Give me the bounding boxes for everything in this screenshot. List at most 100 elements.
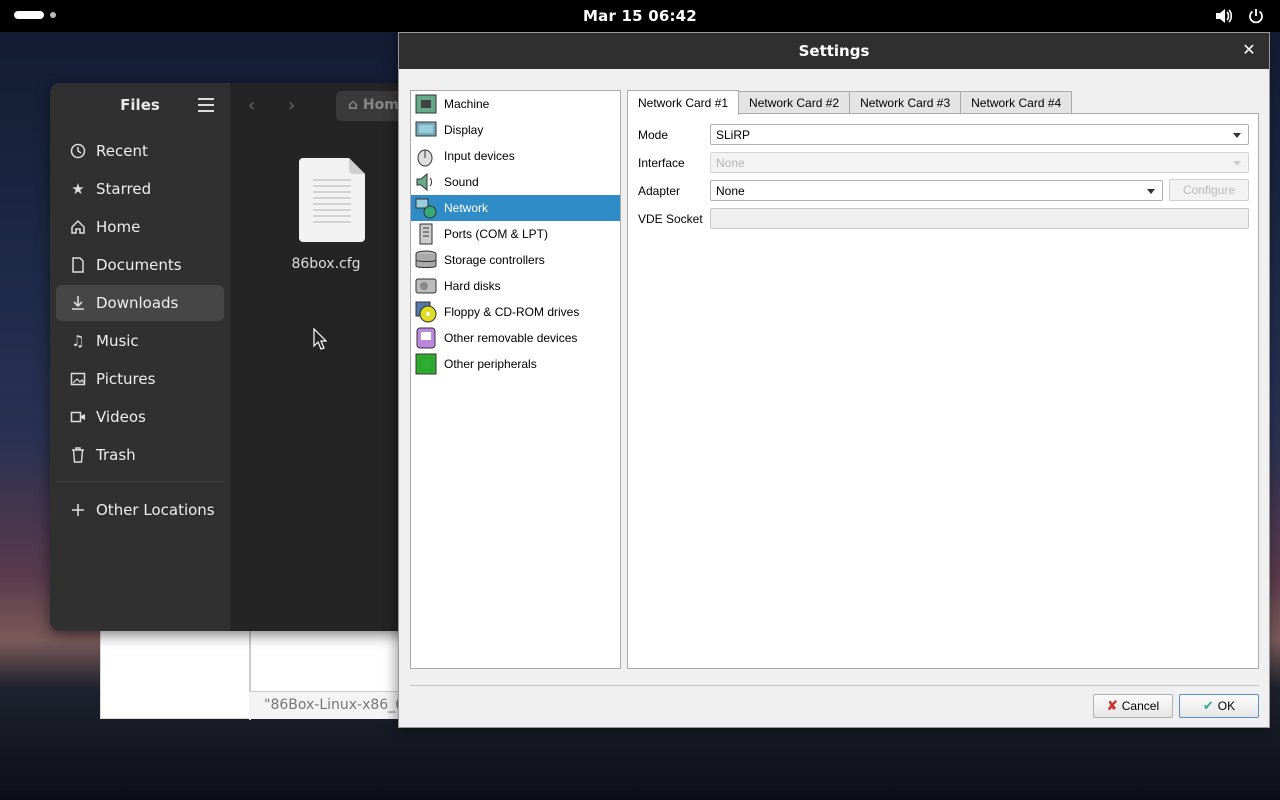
filename-field[interactable]: "86Box-Linux-x86_6 bbox=[249, 691, 401, 719]
sidebar-item-other-locations[interactable]: Other Locations bbox=[56, 492, 224, 528]
chevron-down-icon bbox=[1147, 189, 1155, 194]
plus-icon bbox=[68, 500, 88, 520]
tab-network-card-3[interactable]: Network Card #3 bbox=[849, 91, 962, 114]
category-label: Other removable devices bbox=[444, 331, 578, 345]
sidebar-separator bbox=[56, 481, 224, 482]
category-label: Machine bbox=[444, 97, 490, 111]
clock-icon bbox=[68, 141, 88, 161]
sidebar-item-documents[interactable]: Documents bbox=[56, 247, 224, 283]
star-icon: ★ bbox=[71, 180, 85, 198]
sidebar-item-starred[interactable]: ★ Starred bbox=[56, 171, 224, 207]
vde-socket-row: VDE Socket bbox=[638, 208, 1250, 230]
mode-value: SLiRP bbox=[716, 128, 751, 142]
picture-icon bbox=[68, 369, 88, 389]
category-hard-disks[interactable]: Hard disks bbox=[411, 273, 620, 299]
interface-label: Interface bbox=[638, 156, 685, 170]
tab-network-card-1[interactable]: Network Card #1 bbox=[627, 90, 740, 115]
category-label: Storage controllers bbox=[444, 253, 545, 267]
mode-select[interactable]: SLiRP bbox=[710, 124, 1249, 145]
sidebar-item-label: Recent bbox=[96, 142, 148, 160]
category-label: Display bbox=[444, 123, 484, 137]
network-icon bbox=[415, 198, 437, 219]
ok-icon: ✔ bbox=[1202, 698, 1214, 713]
tab-network-card-2[interactable]: Network Card #2 bbox=[738, 91, 851, 114]
category-floppy-cdrom[interactable]: Floppy & CD-ROM drives bbox=[411, 299, 620, 325]
text-file-icon bbox=[299, 158, 365, 242]
floppy-cdrom-icon bbox=[415, 301, 437, 323]
sidebar-item-downloads[interactable]: Downloads bbox=[56, 285, 224, 321]
display-icon bbox=[415, 121, 437, 137]
sidebar-item-label: Trash bbox=[96, 446, 136, 464]
category-list: Machine Display Input devices Sound Netw… bbox=[410, 90, 621, 669]
back-icon[interactable]: ‹ bbox=[248, 95, 255, 116]
chevron-down-icon bbox=[1233, 133, 1241, 138]
trash-icon bbox=[68, 445, 88, 465]
cancel-icon: ✘ bbox=[1106, 698, 1118, 713]
category-display[interactable]: Display bbox=[411, 117, 620, 143]
interface-select[interactable]: None bbox=[710, 152, 1249, 173]
forward-icon[interactable]: › bbox=[288, 95, 295, 116]
category-label: Floppy & CD-ROM drives bbox=[444, 305, 580, 319]
clock[interactable]: Mar 15 06:42 bbox=[0, 7, 1280, 25]
category-network[interactable]: Network bbox=[411, 195, 620, 221]
sidebar-item-label: Starred bbox=[96, 180, 152, 198]
category-label: Input devices bbox=[444, 149, 515, 163]
sidebar-item-pictures[interactable]: Pictures bbox=[56, 361, 224, 397]
chevron-down-icon bbox=[1233, 161, 1241, 166]
removable-icon bbox=[416, 327, 436, 349]
file-item[interactable]: 86box.cfg bbox=[291, 158, 372, 272]
adapter-row: Adapter None Configure bbox=[638, 179, 1250, 202]
interface-row: Interface None bbox=[638, 152, 1250, 174]
vde-socket-input[interactable] bbox=[710, 208, 1249, 229]
ports-icon bbox=[419, 223, 433, 245]
sidebar-item-label: Home bbox=[96, 218, 141, 236]
power-icon[interactable] bbox=[1246, 6, 1266, 26]
background-window: "86Box-Linux-x86_6 bbox=[100, 630, 401, 720]
sidebar-item-home[interactable]: Home bbox=[56, 209, 224, 245]
category-ports[interactable]: Ports (COM & LPT) bbox=[411, 221, 620, 247]
close-icon[interactable]: ✕ bbox=[1241, 42, 1257, 58]
peripherals-icon bbox=[415, 353, 437, 375]
category-sound[interactable]: Sound bbox=[411, 169, 620, 195]
menu-icon[interactable] bbox=[198, 98, 214, 112]
cancel-button[interactable]: ✘ Cancel bbox=[1093, 694, 1173, 718]
sidebar-item-music[interactable]: ♫ Music bbox=[56, 323, 224, 359]
sidebar-item-label: Music bbox=[96, 332, 139, 350]
sidebar-item-videos[interactable]: Videos bbox=[56, 399, 224, 435]
sidebar-item-label: Videos bbox=[96, 408, 146, 426]
adapter-label: Adapter bbox=[638, 184, 681, 198]
category-input-devices[interactable]: Input devices bbox=[411, 143, 620, 169]
input-devices-icon bbox=[417, 149, 433, 167]
category-machine[interactable]: Machine bbox=[411, 91, 620, 117]
music-icon: ♫ bbox=[71, 332, 85, 350]
adapter-select[interactable]: None bbox=[710, 180, 1163, 201]
category-label: Sound bbox=[444, 175, 479, 189]
sidebar-item-recent[interactable]: Recent bbox=[56, 133, 224, 169]
sidebar-item-trash[interactable]: Trash bbox=[56, 437, 224, 473]
volume-icon[interactable] bbox=[1214, 6, 1234, 26]
system-tray[interactable] bbox=[1214, 6, 1266, 26]
category-storage-controllers[interactable]: Storage controllers bbox=[411, 247, 620, 273]
interface-value: None bbox=[716, 156, 745, 170]
category-label: Hard disks bbox=[444, 279, 501, 293]
sidebar-item-label: Other Locations bbox=[96, 501, 215, 519]
sidebar-item-label: Documents bbox=[96, 256, 182, 274]
video-icon bbox=[68, 407, 88, 427]
home-icon: ⌂ bbox=[348, 97, 359, 113]
vde-socket-label: VDE Socket bbox=[638, 212, 703, 226]
configure-button[interactable]: Configure bbox=[1169, 179, 1249, 201]
top-bar: Mar 15 06:42 bbox=[0, 0, 1280, 32]
category-other-removable[interactable]: Other removable devices bbox=[411, 325, 620, 351]
category-other-peripherals[interactable]: Other peripherals bbox=[411, 351, 620, 377]
file-name: 86box.cfg bbox=[291, 256, 361, 272]
dialog-title: Settings bbox=[798, 42, 870, 60]
files-content[interactable]: ‹ › ⌂ Hom 86box.cfg bbox=[230, 83, 410, 631]
tab-network-card-4[interactable]: Network Card #4 bbox=[960, 91, 1073, 114]
sound-icon bbox=[416, 172, 432, 192]
title-bar[interactable]: Settings ✕ bbox=[399, 33, 1269, 69]
network-card-panel: Mode SLiRP Interface None Adapter None C… bbox=[627, 113, 1259, 669]
ok-button[interactable]: ✔ OK bbox=[1179, 694, 1259, 718]
category-label: Network bbox=[444, 201, 489, 215]
settings-dialog: Settings ✕ Machine Display Input devices… bbox=[398, 32, 1270, 728]
ok-label: OK bbox=[1217, 699, 1236, 713]
